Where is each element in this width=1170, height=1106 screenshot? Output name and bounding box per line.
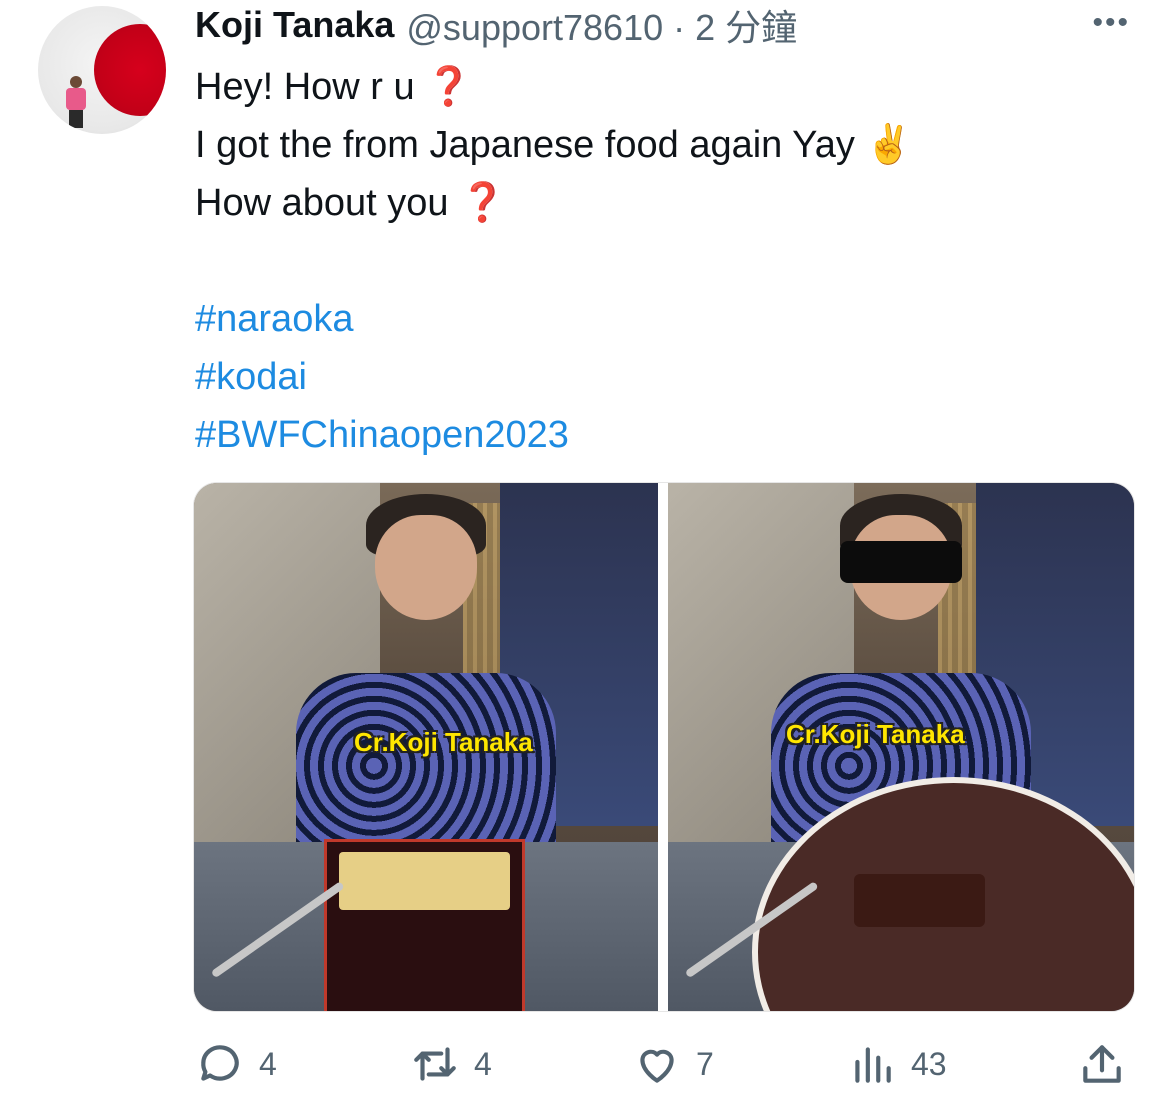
tweet-line: How about you ❓ xyxy=(195,182,507,224)
photo-left[interactable]: Cr.Koji Tanaka xyxy=(194,483,658,1011)
tweet-header: Koji Tanaka @support78610 · 2 分鐘 xyxy=(195,2,797,48)
question-emoji: ❓ xyxy=(459,182,507,224)
author-handle-time[interactable]: @support78610 · 2 分鐘 xyxy=(406,0,797,51)
share-icon xyxy=(1083,1045,1121,1083)
share-button[interactable] xyxy=(1077,1036,1141,1092)
question-emoji: ❓ xyxy=(425,66,473,108)
victory-hand-emoji: ✌️ xyxy=(865,124,913,166)
avatar-flag-sun xyxy=(94,24,166,116)
avatar[interactable] xyxy=(38,6,166,134)
reply-icon xyxy=(201,1045,239,1081)
tweet-line: Hey! How r u ❓ xyxy=(195,66,473,108)
hashtag-link[interactable]: #naraoka xyxy=(195,290,1135,348)
photo-right[interactable]: Cr.Koji Tanaka xyxy=(668,483,1134,1011)
views-icon xyxy=(855,1047,891,1083)
retweet-icon xyxy=(414,1047,456,1081)
media-grid: Cr.Koji Tanaka Cr.Koji Tanaka xyxy=(193,482,1135,1012)
views-count: 43 xyxy=(911,1045,947,1082)
retweet-count: 4 xyxy=(474,1045,492,1082)
views-button[interactable]: 43 xyxy=(847,1036,947,1092)
more-horizontal-icon[interactable]: ••• xyxy=(1092,6,1130,40)
tweet-text: Hey! How r u ❓ I got the from Japanese f… xyxy=(195,58,1135,464)
like-count: 7 xyxy=(696,1045,714,1082)
photo-caption: Cr.Koji Tanaka xyxy=(354,727,533,757)
hashtag-link[interactable]: #BWFChinaopen2023 xyxy=(195,406,1135,464)
photo-caption: Cr.Koji Tanaka xyxy=(786,719,965,749)
tweet-actions: 4 4 7 43 xyxy=(195,1036,1135,1092)
reply-button[interactable]: 4 xyxy=(195,1036,277,1092)
heart-icon xyxy=(640,1049,674,1083)
reply-count: 4 xyxy=(259,1045,277,1082)
tweet-line: I got the from Japanese food again Yay ✌… xyxy=(195,124,913,166)
avatar-person xyxy=(62,76,88,128)
like-button[interactable]: 7 xyxy=(632,1036,714,1092)
retweet-button[interactable]: 4 xyxy=(410,1036,492,1092)
hashtag-link[interactable]: #kodai xyxy=(195,348,1135,406)
author-name[interactable]: Koji Tanaka xyxy=(195,4,394,46)
